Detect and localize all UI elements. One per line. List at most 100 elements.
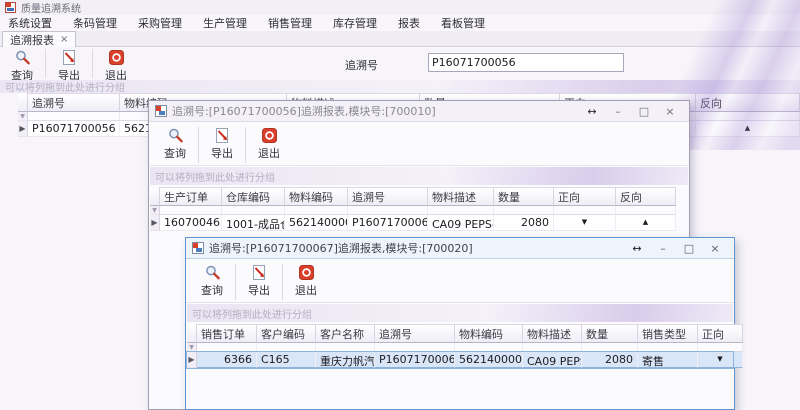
menu-item[interactable]: 库存管理 <box>333 15 377 31</box>
search-icon <box>14 49 31 66</box>
grid-data-row[interactable]: ▶6366C165重庆力帆汽车...P16071700067562140000C… <box>187 352 733 368</box>
export-button[interactable]: 导出 <box>202 125 242 162</box>
column-header[interactable]: 物料描述 <box>428 187 494 206</box>
grid-cell[interactable] <box>28 112 120 121</box>
grid-cell[interactable]: P16071700056 <box>28 121 120 137</box>
float-icon[interactable]: ↔ <box>624 242 650 255</box>
column-header[interactable]: 反向 <box>696 93 800 112</box>
column-header[interactable]: 追溯号 <box>375 324 455 343</box>
grid-cell[interactable] <box>316 343 375 352</box>
tab-trace-report[interactable]: 追溯报表 × <box>2 31 76 47</box>
grid-data-row[interactable]: ▶1607004651001-成品仓562140000P16071700067C… <box>150 215 688 231</box>
exit-button[interactable]: 退出 <box>286 262 326 299</box>
column-header[interactable]: 生产订单 <box>160 187 222 206</box>
menu-item[interactable]: 系统设置 <box>8 15 52 31</box>
grid-cell[interactable] <box>523 343 582 352</box>
menu-item[interactable]: 采购管理 <box>138 15 182 31</box>
window-titlebar[interactable]: 质量追溯系统 <box>0 0 800 15</box>
toolbar-separator <box>282 264 283 300</box>
grid-cell[interactable]: 2080 <box>582 352 638 368</box>
grid-cell[interactable]: CA09 PEPS-主... <box>523 352 582 368</box>
grid-cell[interactable] <box>455 343 523 352</box>
grid-filter-row[interactable]: ▼ <box>150 206 688 215</box>
query-button[interactable]: 查询 <box>155 125 195 162</box>
grid-cell[interactable] <box>375 343 455 352</box>
grid-filter-row[interactable]: ▼ <box>187 343 733 352</box>
column-header[interactable]: 数量 <box>582 324 638 343</box>
grid-cell[interactable]: 562140000 <box>285 215 348 231</box>
column-header[interactable]: 客户编码 <box>257 324 316 343</box>
column-header[interactable]: 追溯号 <box>28 93 120 112</box>
grid-cell[interactable] <box>285 206 348 215</box>
grid-cell[interactable]: 562140000 <box>455 352 523 368</box>
column-header[interactable]: 物料编码 <box>455 324 523 343</box>
grid-cell[interactable]: 1001-成品仓 <box>222 215 285 231</box>
row-indicator <box>18 93 28 112</box>
trace-number-input[interactable] <box>428 53 624 72</box>
grid-cell[interactable] <box>616 206 676 215</box>
grid-cell[interactable] <box>428 206 494 215</box>
float-icon[interactable]: ↔ <box>579 105 605 118</box>
column-header[interactable]: 客户名称 <box>316 324 375 343</box>
grid-cell[interactable]: ▲ <box>616 215 676 231</box>
grid-cell[interactable]: ▼ <box>554 215 616 231</box>
toolbar-separator <box>235 264 236 300</box>
close-icon[interactable]: × <box>702 242 728 255</box>
grid-cell[interactable] <box>257 343 316 352</box>
column-header[interactable]: 销售类型 <box>638 324 698 343</box>
child-window-titlebar[interactable]: 追溯号:[P16071700067]追溯报表,模块号:[700020] ↔ – … <box>186 238 734 259</box>
grid-cell[interactable]: CA09 PEPS-主驾... <box>428 215 494 231</box>
column-header[interactable]: 正向 <box>698 324 743 343</box>
column-header[interactable]: 销售订单 <box>197 324 257 343</box>
minimize-icon[interactable]: – <box>650 242 676 255</box>
exit-button[interactable]: 退出 <box>249 125 289 162</box>
grid-cell[interactable]: 6366 <box>197 352 257 368</box>
row-indicator: ▼ <box>187 343 197 352</box>
maximize-icon[interactable]: □ <box>676 242 702 255</box>
window-controls: ↔ – □ × <box>624 242 728 255</box>
grid-cell[interactable]: P16071700067 <box>348 215 428 231</box>
grid-cell[interactable]: 160700465 <box>160 215 222 231</box>
grid-cell[interactable] <box>554 206 616 215</box>
column-header[interactable]: 数量 <box>494 187 554 206</box>
column-header[interactable]: 物料编码 <box>285 187 348 206</box>
menu-item[interactable]: 报表 <box>398 15 420 31</box>
close-icon[interactable]: × <box>657 105 683 118</box>
menu-item[interactable]: 条码管理 <box>73 15 117 31</box>
grid-cell[interactable] <box>348 206 428 215</box>
maximize-icon[interactable]: □ <box>631 105 657 118</box>
column-header[interactable]: 反向 <box>616 187 676 206</box>
grid-cell[interactable] <box>582 343 638 352</box>
child-window-body: 查询 导出 退出 可以将列拖到此处进行分组 销售订单客户编码客户名称追溯号物料编… <box>186 259 734 409</box>
grid-cell[interactable]: C165 <box>257 352 316 368</box>
child-window-titlebar[interactable]: 追溯号:[P16071700056]追溯报表,模块号:[700010] ↔ – … <box>149 101 689 122</box>
grid-cell[interactable]: ▼ <box>698 352 743 368</box>
grid-cell[interactable] <box>696 112 800 121</box>
grid-cell[interactable]: 2080 <box>494 215 554 231</box>
grid-cell[interactable] <box>197 343 257 352</box>
query-button[interactable]: 查询 <box>192 262 232 299</box>
child-window-title: 追溯号:[P16071700067]追溯报表,模块号:[700020] <box>209 240 473 256</box>
menu-item[interactable]: 看板管理 <box>441 15 485 31</box>
grid-cell[interactable] <box>494 206 554 215</box>
tab-close-icon[interactable]: × <box>60 34 68 45</box>
grid-cell[interactable]: 寄售 <box>638 352 698 368</box>
grid-cell[interactable] <box>698 343 743 352</box>
column-header[interactable]: 追溯号 <box>348 187 428 206</box>
column-header[interactable]: 正向 <box>554 187 616 206</box>
export-button[interactable]: 导出 <box>239 262 279 299</box>
column-header[interactable]: 物料描述 <box>523 324 582 343</box>
grid-cell[interactable] <box>638 343 698 352</box>
child-window-700020[interactable]: 追溯号:[P16071700067]追溯报表,模块号:[700020] ↔ – … <box>185 237 735 410</box>
menu-item[interactable]: 销售管理 <box>268 15 312 31</box>
column-header[interactable]: 仓库编码 <box>222 187 285 206</box>
group-by-panel: 可以将列拖到此处进行分组 <box>187 304 733 322</box>
minimize-icon[interactable]: – <box>605 105 631 118</box>
grid-cell[interactable]: 重庆力帆汽车... <box>316 352 375 368</box>
grid-cell[interactable] <box>160 206 222 215</box>
child-toolbar: 查询 导出 退出 <box>186 259 734 303</box>
grid-cell[interactable]: P16071700067 <box>375 352 455 368</box>
menu-item[interactable]: 生产管理 <box>203 15 247 31</box>
grid-cell[interactable] <box>222 206 285 215</box>
grid-cell[interactable]: ▲ <box>696 121 800 137</box>
